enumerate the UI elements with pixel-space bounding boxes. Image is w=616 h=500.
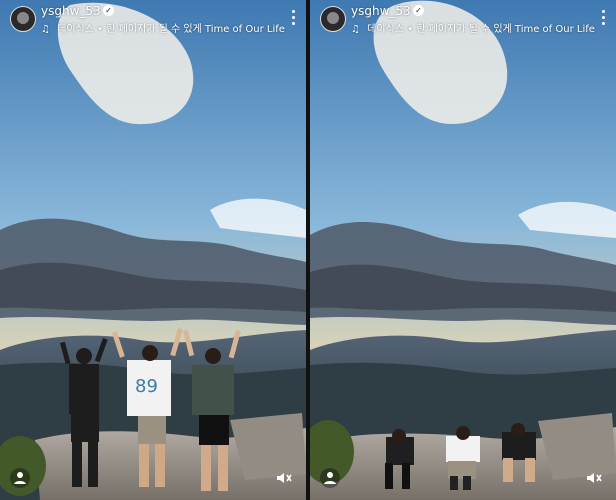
mute-icon[interactable]	[274, 468, 294, 488]
username[interactable]: ysghw_53	[41, 4, 101, 18]
jersey-number: 89	[135, 376, 158, 397]
username[interactable]: ysghw_53	[351, 4, 411, 18]
story-frame-left: 89 ysghw_53 ✓ ♫ 데이식스 • 한 페이지가 될 수 있게 Tim…	[0, 0, 306, 500]
music-note-icon: ♫	[351, 24, 360, 35]
mute-icon[interactable]	[584, 468, 604, 488]
profile-icon[interactable]	[320, 468, 340, 488]
avatar[interactable]	[10, 6, 36, 32]
avatar[interactable]	[320, 6, 346, 32]
story-frame-right: ysghw_53 ✓ ♫ 데이식스 • 한 페이지가 될 수 있게 Time o…	[310, 0, 616, 500]
music-label: 데이식스 • 한 페이지가 될 수 있게 Time of Our Life	[367, 24, 595, 35]
verified-badge-icon: ✓	[103, 5, 114, 16]
music-label: 데이식스 • 한 페이지가 될 수 있게 Time of Our Life	[57, 24, 285, 35]
mountain-scene-photo-left: 89	[0, 0, 306, 500]
verified-badge-icon: ✓	[413, 5, 424, 16]
story-header: ysghw_53 ✓ ♫ 데이식스 • 한 페이지가 될 수 있게 Time o…	[0, 0, 306, 44]
more-vertical-icon[interactable]	[602, 10, 606, 26]
music-info[interactable]: ♫ 데이식스 • 한 페이지가 될 수 있게 Time of Our Life	[351, 20, 595, 35]
mountain-scene-photo-right	[310, 0, 616, 500]
more-vertical-icon[interactable]	[292, 10, 296, 26]
music-info[interactable]: ♫ 데이식스 • 한 페이지가 될 수 있게 Time of Our Life	[41, 20, 285, 35]
profile-icon[interactable]	[10, 468, 30, 488]
music-note-icon: ♫	[41, 24, 50, 35]
story-header: ysghw_53 ✓ ♫ 데이식스 • 한 페이지가 될 수 있게 Time o…	[310, 0, 616, 44]
